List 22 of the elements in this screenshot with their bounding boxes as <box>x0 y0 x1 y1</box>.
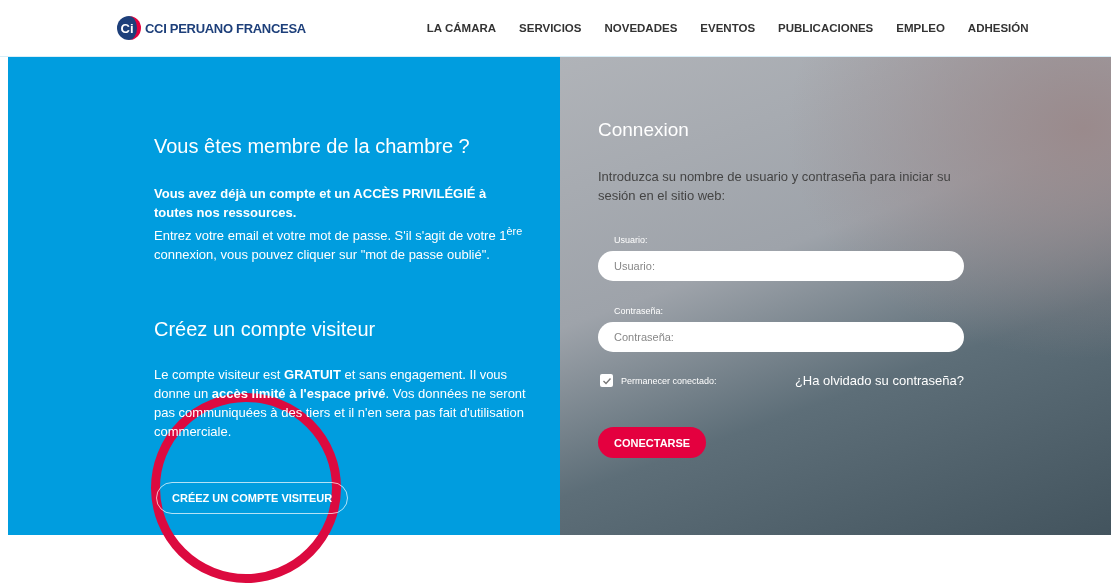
login-instructions: Introduzca su nombre de usuario y contraseña para iniciar su sesión en el sitio web: <box>598 168 952 205</box>
nav-link[interactable]: EMPLEO <box>896 22 945 34</box>
login-button[interactable]: CONECTARSE <box>598 427 707 458</box>
field-label: Usuario: <box>614 235 649 245</box>
nav-link[interactable]: LA CÁMARA <box>426 22 497 34</box>
forgot-password-link[interactable]: ¿Ha olvidado su contraseña? <box>794 373 964 388</box>
nav-link[interactable]: SERVICIOS <box>519 22 582 34</box>
checkbox-label: Permanecer conectado: <box>621 375 717 386</box>
login-title: Connexion <box>598 119 690 141</box>
section-title: Vous êtes membre de la chambre ? <box>154 135 471 158</box>
nav-link[interactable]: ADHESIÓN <box>967 22 1029 34</box>
intro-text: Vous avez déjà un compte et un ACCÈS PRIVILÉGIÉ à toutes nos ressources. <box>154 185 488 222</box>
input-field[interactable]: Usuario: <box>598 251 964 281</box>
logo-text[interactable]: CCI PERUANO FRANCESA <box>145 20 306 36</box>
section-title: Créez un compte visiteur <box>154 318 377 342</box>
nav-link[interactable]: EVENTOS <box>700 22 756 34</box>
input-field[interactable]: Contraseña: <box>598 322 964 352</box>
nav-link[interactable]: PUBLICACIONES <box>778 22 874 34</box>
logo-mark[interactable]: Ci <box>117 16 141 40</box>
field-label: Contraseña: <box>614 306 665 316</box>
instruction-text: Entrez votre email et votre mot de passe. S'il s'agit de votre 1$^{ère}$ connexion, vous pouvez cliquer sur "mot de passe oublié". <box>154 224 524 265</box>
nav-link[interactable]: NOVEDADES <box>604 22 678 34</box>
